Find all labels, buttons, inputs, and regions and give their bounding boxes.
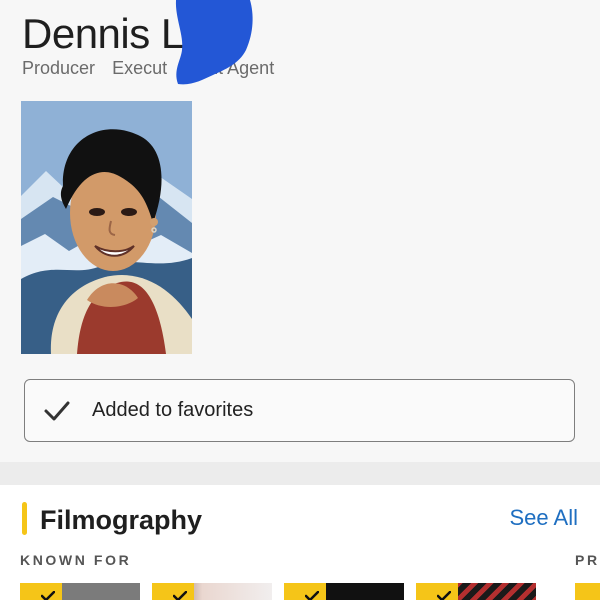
check-icon	[173, 591, 187, 600]
role-producer: Producer	[22, 58, 96, 78]
other-filmography-label: PR	[575, 552, 600, 568]
film-card-partial[interactable]	[575, 583, 600, 600]
profile-photo	[21, 101, 192, 354]
known-for-label: KNOWN FOR	[20, 552, 132, 568]
film-card[interactable]	[20, 583, 140, 600]
person-detail-screen: Dennis L Producer Execut alent Agent Add…	[0, 0, 600, 600]
film-card[interactable]	[284, 583, 404, 600]
section-divider	[0, 462, 600, 485]
filmography-section: Filmography See All KNOWN FOR PR	[0, 485, 600, 600]
watchlist-badge	[416, 583, 458, 600]
check-icon	[305, 591, 319, 600]
film-card[interactable]	[416, 583, 536, 600]
see-all-link[interactable]: See All	[510, 505, 579, 531]
redaction-mark	[175, 0, 253, 85]
watchlist-badge	[20, 583, 62, 600]
person-header: Dennis L Producer Execut alent Agent Add…	[0, 0, 600, 462]
check-icon	[437, 591, 451, 600]
watchlist-badge	[284, 583, 326, 600]
filmography-accent-bar	[22, 502, 27, 535]
watchlist-badge	[152, 583, 194, 600]
check-icon	[44, 401, 70, 421]
role-executive: Execut	[112, 58, 168, 78]
check-icon	[41, 591, 55, 600]
favorites-label: Added to favorites	[92, 399, 254, 421]
film-card[interactable]	[152, 583, 272, 600]
person-name: Dennis L	[22, 10, 184, 57]
favorites-button[interactable]: Added to favorites	[24, 379, 575, 442]
filmography-title: Filmography	[40, 505, 203, 535]
